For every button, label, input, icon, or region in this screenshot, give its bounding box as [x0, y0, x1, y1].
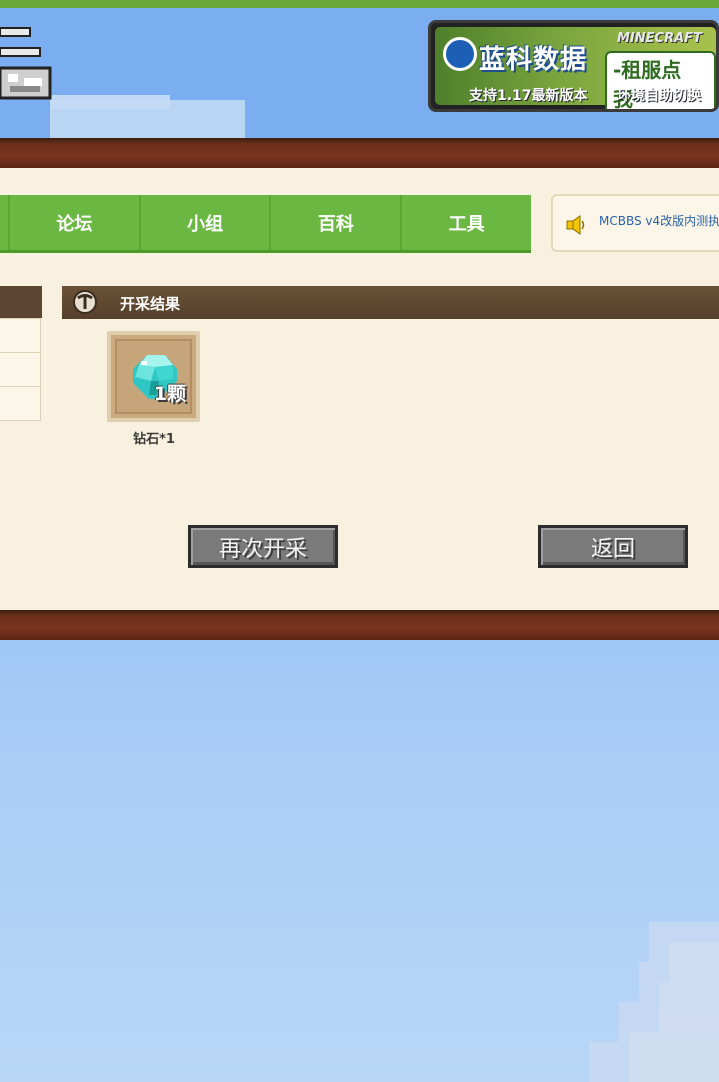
ad-minecraft-logo: MINECRAFT	[617, 31, 702, 46]
wood-divider-top	[0, 138, 719, 168]
mine-again-button[interactable]: 再次开采	[188, 525, 338, 568]
notice-text[interactable]: MCBBS v4改版内测执	[599, 212, 719, 229]
list-item[interactable]	[0, 387, 40, 420]
sidebar-list	[0, 318, 41, 421]
site-logo[interactable]	[0, 22, 58, 110]
ad-subtitle-left: 支持1.17最新版本	[469, 88, 588, 104]
pickaxe-icon	[73, 290, 97, 314]
ad-subtitle-right: 环境自助切换	[617, 88, 701, 104]
background-blocks	[589, 922, 719, 1082]
notice-bar[interactable]: MCBBS v4改版内测执	[551, 194, 719, 252]
item-count: 1颗	[153, 383, 186, 405]
brand-logo-icon	[443, 37, 477, 71]
main-nav: 论坛 小组 百科 工具	[0, 195, 531, 253]
grass-strip	[0, 0, 719, 8]
item-slot[interactable]: 1颗	[107, 331, 200, 422]
nav-item-tools[interactable]: 工具	[400, 195, 531, 250]
ad-banner[interactable]: 蓝科数据 MINECRAFT -租服点我- 支持1.17最新版本 环境自助切换	[428, 20, 719, 112]
sidebar-header	[0, 286, 42, 318]
list-item[interactable]	[0, 319, 40, 353]
nav-item-groups[interactable]: 小组	[138, 195, 270, 250]
ad-brand: 蓝科数据	[479, 45, 588, 75]
wood-divider-bottom	[0, 610, 719, 640]
result-header: 开采结果	[62, 286, 719, 319]
cloud	[50, 100, 245, 138]
list-item[interactable]	[0, 353, 40, 387]
speaker-icon	[566, 215, 585, 235]
back-button[interactable]: 返回	[538, 525, 688, 568]
nav-item-forum[interactable]: 论坛	[7, 195, 139, 250]
item-name: 钻石*1	[133, 432, 175, 447]
result-title: 开采结果	[120, 295, 181, 313]
nav-item-wiki[interactable]: 百科	[269, 195, 400, 250]
